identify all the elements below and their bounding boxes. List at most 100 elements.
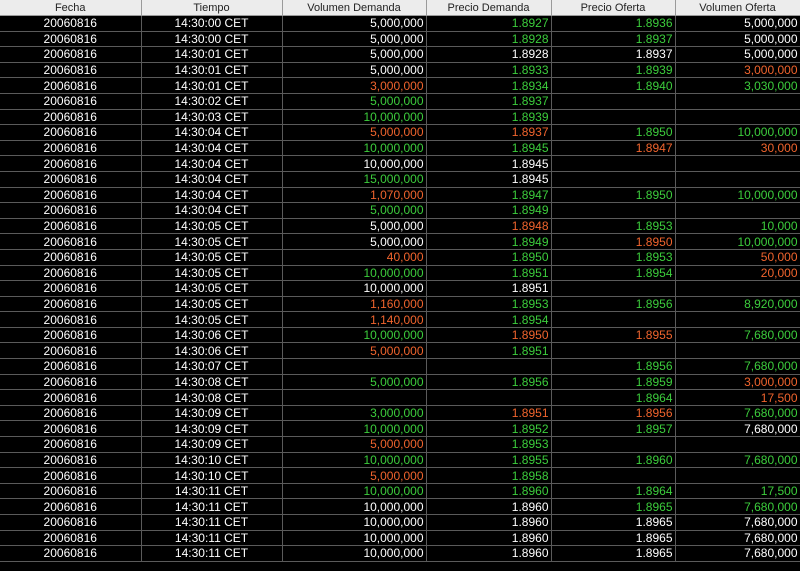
cell-precio-demanda: 1.8937 [426,93,552,110]
cell-precio-demanda: 1.8950 [426,249,552,266]
cell-volumen-demanda: 5,000,000 [282,374,427,391]
table-row[interactable]: 20060816 14:30:05 CET 5,000,000 1.8948 1.895… [0,218,800,235]
table-row[interactable]: 20060816 14:30:09 CET 3,000,000 1.8951 1.895… [0,405,800,422]
cell-precio-oferta: 1.8940 [551,77,676,94]
table-row[interactable]: 20060816 14:30:09 CET 10,000,000 1.8952 1.89… [0,420,800,438]
table-row[interactable]: 20060816 14:30:04 CET 10,000,000 1.8945 [0,155,800,172]
cell-tiempo: 14:30:05 CET [141,311,283,328]
cell-precio-oferta: 1.8965 [551,514,676,531]
table-row[interactable]: 20060816 14:30:04 CET 1,070,000 1.8947 1.895… [0,187,800,204]
cell-volumen-demanda: 10,000,000 [282,140,427,157]
table-row[interactable]: 20060816 14:30:04 CET 5,000,000 1.8937 1.895… [0,124,800,141]
cell-volumen-oferta: 3,000,000 [675,62,800,79]
cell-volumen-demanda: 5,000,000 [282,436,427,453]
table-row[interactable]: 20060816 14:30:04 CET 15,000,000 1.8945 [0,171,800,188]
cell-precio-demanda: 1.8939 [426,109,552,126]
cell-volumen-oferta: 10,000,000 [675,124,800,141]
table-row[interactable]: 20060816 14:30:02 CET 5,000,000 1.8937 [0,93,800,110]
cell-volumen-oferta [675,93,800,110]
table-row[interactable]: 20060816 14:30:10 CET 5,000,000 1.8958 [0,467,800,484]
cell-volumen-demanda: 10,000,000 [282,545,427,562]
cell-volumen-demanda: 5,000,000 [282,46,427,63]
table-row[interactable]: 20060816 14:30:08 CET 1.8964 17,500 [0,389,800,406]
table-row[interactable]: 20060816 14:30:05 CET 5,000,000 1.8949 1.895… [0,233,800,250]
cell-tiempo: 14:30:04 CET [141,202,283,219]
cell-volumen-demanda: 5,000,000 [282,31,427,48]
cell-precio-demanda: 1.8960 [426,545,552,562]
table-row[interactable]: 20060816 14:30:11 CET 10,000,000 1.8960 1.89… [0,498,800,515]
table-row[interactable]: 20060816 14:30:05 CET 10,000,000 1.8951 [0,280,800,297]
cell-tiempo: 14:30:01 CET [141,46,283,63]
cell-fecha: 20060816 [0,249,142,266]
cell-volumen-oferta: 5,000,000 [675,15,800,32]
cell-precio-oferta [551,202,676,219]
table-row[interactable]: 20060816 14:30:08 CET 5,000,000 1.8956 1.895… [0,374,800,391]
column-header-volumen-demanda[interactable]: Volumen Demanda [282,0,427,16]
cell-fecha: 20060816 [0,483,142,500]
cell-tiempo: 14:30:01 CET [141,77,283,94]
cell-precio-oferta [551,93,676,110]
column-header-volumen-oferta[interactable]: Volumen Oferta [675,0,800,16]
header-row: Fecha Tiempo Volumen Demanda Precio Dema… [0,0,800,16]
column-header-fecha[interactable]: Fecha [0,0,142,16]
cell-tiempo: 14:30:06 CET [141,327,283,344]
table-row[interactable]: 20060816 14:30:01 CET 5,000,000 1.8928 1.893… [0,46,800,63]
table-row[interactable]: 20060816 14:30:05 CET 40,000 1.8950 1.8953 50… [0,249,800,266]
table-row[interactable]: 20060816 14:30:05 CET 10,000,000 1.8951 1.89… [0,265,800,282]
cell-volumen-demanda: 5,000,000 [282,202,427,219]
column-header-precio-demanda[interactable]: Precio Demanda [426,0,552,16]
cell-fecha: 20060816 [0,202,142,219]
table-row[interactable]: 20060816 14:30:04 CET 10,000,000 1.8945 1.89… [0,140,800,157]
table-row[interactable]: 20060816 14:30:06 CET 5,000,000 1.8951 [0,342,800,360]
cell-tiempo: 14:30:09 CET [141,436,283,453]
cell-volumen-oferta: 7,680,000 [675,545,800,562]
cell-fecha: 20060816 [0,265,142,282]
cell-volumen-demanda: 5,000,000 [282,93,427,110]
cell-tiempo: 14:30:10 CET [141,467,283,484]
cell-volumen-demanda: 10,000,000 [282,483,427,500]
cell-precio-oferta: 1.8937 [551,31,676,48]
table-row[interactable]: 20060816 14:30:11 CET 10,000,000 1.8960 1.89… [0,530,800,547]
cell-volumen-oferta [675,280,800,297]
cell-tiempo: 14:30:05 CET [141,296,283,313]
table-row[interactable]: 20060816 14:30:01 CET 5,000,000 1.8933 1.893… [0,62,800,79]
table-row[interactable]: 20060816 14:30:07 CET 1.8956 7,680,000 [0,358,800,375]
table-row[interactable]: 20060816 14:30:00 CET 5,000,000 1.8927 1.893… [0,15,800,32]
cell-tiempo: 14:30:06 CET [141,342,283,360]
column-header-tiempo[interactable]: Tiempo [141,0,283,16]
table-row[interactable]: 20060816 14:30:11 CET 10,000,000 1.8960 1.89… [0,514,800,531]
table-row[interactable]: 20060816 14:30:01 CET 3,000,000 1.8934 1.894… [0,77,800,94]
cell-fecha: 20060816 [0,109,142,126]
cell-precio-demanda: 1.8949 [426,202,552,219]
cell-volumen-oferta: 50,000 [675,249,800,266]
cell-tiempo: 14:30:09 CET [141,420,283,438]
table-row[interactable]: 20060816 14:30:03 CET 10,000,000 1.8939 [0,109,800,126]
cell-precio-oferta: 1.8955 [551,327,676,344]
cell-fecha: 20060816 [0,514,142,531]
table-row[interactable]: 20060816 14:30:05 CET 1,140,000 1.8954 [0,311,800,328]
table-row[interactable]: 20060816 14:30:04 CET 5,000,000 1.8949 [0,202,800,219]
cell-precio-oferta: 1.8939 [551,62,676,79]
cell-precio-demanda: 1.8937 [426,124,552,141]
table-row[interactable]: 20060816 14:30:09 CET 5,000,000 1.8953 [0,436,800,453]
cell-precio-oferta: 1.8950 [551,187,676,204]
cell-volumen-oferta: 7,680,000 [675,530,800,547]
table-row[interactable]: 20060816 14:30:11 CET 10,000,000 1.8960 1.89… [0,545,800,562]
column-header-precio-oferta[interactable]: Precio Oferta [551,0,676,16]
table-row[interactable]: 20060816 14:30:00 CET 5,000,000 1.8928 1.893… [0,31,800,48]
table-row[interactable]: 20060816 14:30:05 CET 1,160,000 1.8953 1.895… [0,296,800,313]
cell-precio-demanda: 1.8933 [426,62,552,79]
cell-volumen-demanda: 10,000,000 [282,265,427,282]
cell-volumen-oferta [675,436,800,453]
cell-precio-demanda: 1.8951 [426,405,552,422]
cell-volumen-oferta: 5,000,000 [675,46,800,63]
cell-volumen-oferta: 7,680,000 [675,358,800,375]
table-row[interactable]: 20060816 14:30:06 CET 10,000,000 1.8950 1.89… [0,327,800,344]
cell-volumen-oferta: 10,000,000 [675,187,800,204]
cell-fecha: 20060816 [0,31,142,48]
cell-tiempo: 14:30:04 CET [141,155,283,172]
cell-fecha: 20060816 [0,389,142,406]
table-row[interactable]: 20060816 14:30:10 CET 10,000,000 1.8955 1.89… [0,452,800,469]
cell-fecha: 20060816 [0,405,142,422]
table-row[interactable]: 20060816 14:30:11 CET 10,000,000 1.8960 1.89… [0,483,800,500]
